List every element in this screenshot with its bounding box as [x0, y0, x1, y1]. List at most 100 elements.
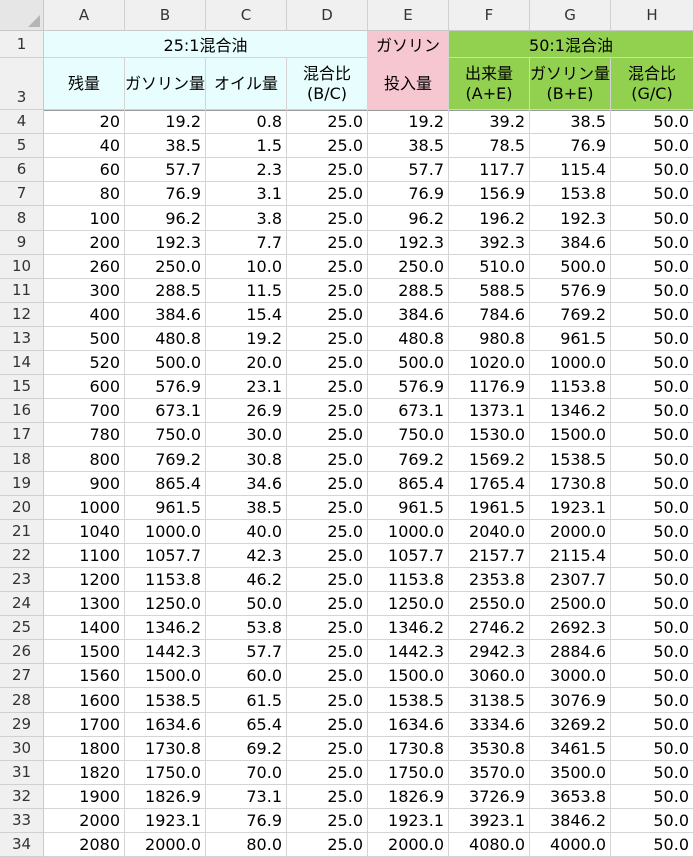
cell-h[interactable]: 50.0 — [611, 351, 694, 375]
cell-b[interactable]: 250.0 — [125, 255, 206, 279]
cell-d[interactable]: 25.0 — [287, 110, 368, 134]
cell-c[interactable]: 11.5 — [206, 279, 287, 303]
cell-a[interactable]: 780 — [44, 423, 125, 447]
cell-a[interactable]: 100 — [44, 206, 125, 231]
cell-g[interactable]: 1730.8 — [530, 472, 611, 496]
cell-h[interactable]: 50.0 — [611, 785, 694, 809]
cell-h[interactable]: 50.0 — [611, 375, 694, 399]
row-header[interactable]: 5 — [0, 134, 44, 158]
cell-a[interactable]: 2080 — [44, 833, 125, 857]
cell-c[interactable]: 15.4 — [206, 303, 287, 327]
cell-g[interactable]: 2692.3 — [530, 616, 611, 640]
header-mix-ratio-bc[interactable]: 混合比 (B/C) — [287, 58, 368, 110]
cell-b[interactable]: 673.1 — [125, 399, 206, 423]
cell-a[interactable]: 60 — [44, 158, 125, 182]
cell-f[interactable]: 1020.0 — [449, 351, 530, 375]
column-header-e[interactable]: E — [368, 0, 449, 31]
cell-f[interactable]: 1373.1 — [449, 399, 530, 423]
cell-f[interactable]: 392.3 — [449, 231, 530, 255]
cell-d[interactable]: 25.0 — [287, 737, 368, 761]
cell-d[interactable]: 25.0 — [287, 206, 368, 231]
cell-f[interactable]: 39.2 — [449, 110, 530, 134]
cell-e[interactable]: 250.0 — [368, 255, 449, 279]
cell-b[interactable]: 865.4 — [125, 472, 206, 496]
cell-h[interactable]: 50.0 — [611, 761, 694, 785]
group-header-mix50[interactable]: 50:1混合油 — [449, 31, 694, 58]
cell-e[interactable]: 769.2 — [368, 447, 449, 472]
cell-e[interactable]: 1250.0 — [368, 592, 449, 616]
cell-d[interactable]: 25.0 — [287, 761, 368, 785]
cell-d[interactable]: 25.0 — [287, 713, 368, 737]
cell-g[interactable]: 576.9 — [530, 279, 611, 303]
header-mix-ratio-gc[interactable]: 混合比 (G/C) — [611, 58, 694, 110]
cell-d[interactable]: 25.0 — [287, 447, 368, 472]
cell-a[interactable]: 1040 — [44, 520, 125, 544]
cell-e[interactable]: 1500.0 — [368, 664, 449, 688]
cell-c[interactable]: 65.4 — [206, 713, 287, 737]
cell-g[interactable]: 3846.2 — [530, 809, 611, 833]
cell-b[interactable]: 384.6 — [125, 303, 206, 327]
row-header[interactable]: 34 — [0, 833, 44, 857]
cell-e[interactable]: 1538.5 — [368, 688, 449, 713]
cell-g[interactable]: 38.5 — [530, 110, 611, 134]
cell-f[interactable]: 588.5 — [449, 279, 530, 303]
cell-d[interactable]: 25.0 — [287, 785, 368, 809]
cell-b[interactable]: 19.2 — [125, 110, 206, 134]
cell-g[interactable]: 3076.9 — [530, 688, 611, 713]
row-header[interactable]: 22 — [0, 544, 44, 568]
cell-b[interactable]: 1250.0 — [125, 592, 206, 616]
cell-f[interactable]: 3570.0 — [449, 761, 530, 785]
cell-f[interactable]: 510.0 — [449, 255, 530, 279]
cell-e[interactable]: 19.2 — [368, 110, 449, 134]
row-header[interactable]: 24 — [0, 592, 44, 616]
column-header-h[interactable]: H — [611, 0, 694, 31]
cell-d[interactable]: 25.0 — [287, 809, 368, 833]
cell-h[interactable]: 50.0 — [611, 255, 694, 279]
cell-a[interactable]: 800 — [44, 447, 125, 472]
cell-h[interactable]: 50.0 — [611, 737, 694, 761]
cell-g[interactable]: 961.5 — [530, 327, 611, 351]
cell-b[interactable]: 57.7 — [125, 158, 206, 182]
cell-a[interactable]: 260 — [44, 255, 125, 279]
cell-c[interactable]: 20.0 — [206, 351, 287, 375]
cell-d[interactable]: 25.0 — [287, 182, 368, 206]
cell-a[interactable]: 1560 — [44, 664, 125, 688]
cell-b[interactable]: 192.3 — [125, 231, 206, 255]
cell-h[interactable]: 50.0 — [611, 134, 694, 158]
cell-h[interactable]: 50.0 — [611, 447, 694, 472]
row-header[interactable]: 12 — [0, 303, 44, 327]
cell-d[interactable]: 25.0 — [287, 688, 368, 713]
row-header[interactable]: 17 — [0, 423, 44, 447]
row-header[interactable]: 18 — [0, 447, 44, 472]
cell-d[interactable]: 25.0 — [287, 568, 368, 592]
cell-f[interactable]: 1176.9 — [449, 375, 530, 399]
cell-g[interactable]: 3269.2 — [530, 713, 611, 737]
cell-f[interactable]: 1530.0 — [449, 423, 530, 447]
row-header[interactable]: 6 — [0, 158, 44, 182]
cell-g[interactable]: 76.9 — [530, 134, 611, 158]
cell-b[interactable]: 288.5 — [125, 279, 206, 303]
cell-e[interactable]: 961.5 — [368, 496, 449, 520]
cell-f[interactable]: 4080.0 — [449, 833, 530, 857]
cell-e[interactable]: 1057.7 — [368, 544, 449, 568]
cell-b[interactable]: 1750.0 — [125, 761, 206, 785]
cell-d[interactable]: 25.0 — [287, 158, 368, 182]
cell-b[interactable]: 1538.5 — [125, 688, 206, 713]
cell-g[interactable]: 1500.0 — [530, 423, 611, 447]
cell-h[interactable]: 50.0 — [611, 592, 694, 616]
cell-d[interactable]: 25.0 — [287, 231, 368, 255]
cell-h[interactable]: 50.0 — [611, 616, 694, 640]
row-header[interactable]: 8 — [0, 206, 44, 231]
row-header[interactable]: 26 — [0, 640, 44, 664]
cell-f[interactable]: 3726.9 — [449, 785, 530, 809]
cell-e[interactable]: 76.9 — [368, 182, 449, 206]
cell-g[interactable]: 3500.0 — [530, 761, 611, 785]
cell-e[interactable]: 38.5 — [368, 134, 449, 158]
cell-e[interactable]: 1826.9 — [368, 785, 449, 809]
cell-d[interactable]: 25.0 — [287, 134, 368, 158]
header-input-amount[interactable]: 投入量 — [368, 58, 449, 110]
cell-e[interactable]: 192.3 — [368, 231, 449, 255]
group-header-mix25[interactable]: 25:1混合油 — [44, 31, 368, 58]
cell-b[interactable]: 76.9 — [125, 182, 206, 206]
cell-d[interactable]: 25.0 — [287, 351, 368, 375]
